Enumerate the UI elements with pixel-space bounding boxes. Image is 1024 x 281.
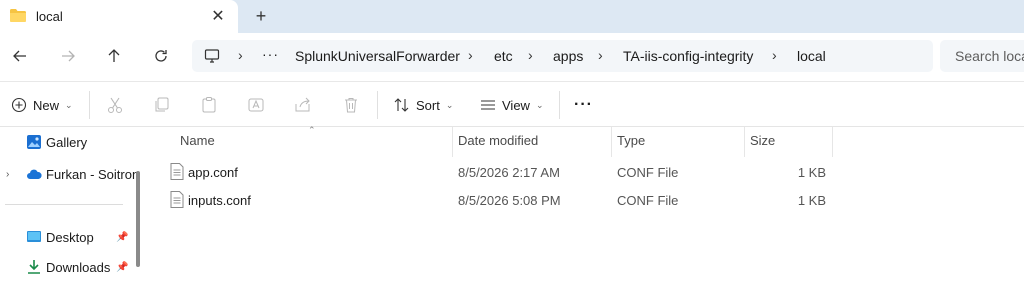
view-label: View — [502, 97, 530, 113]
new-label: New — [33, 97, 60, 113]
tab-local[interactable]: local ✕ — [0, 0, 238, 33]
cut-icon[interactable] — [106, 96, 124, 114]
sidebar-item-label: Desktop — [46, 229, 94, 245]
search-placeholder: Search local — [955, 48, 1024, 64]
new-button[interactable]: New ⌄ — [11, 94, 73, 116]
column-header-size[interactable]: Size — [750, 133, 775, 148]
arrow-right-icon — [62, 50, 75, 62]
paste-icon[interactable] — [200, 96, 218, 114]
file-type: CONF File — [617, 165, 679, 180]
divider — [5, 204, 123, 205]
breadcrumb-item[interactable]: SplunkUniversalForwarder — [295, 48, 460, 64]
table-row[interactable]: inputs.conf 8/5/2026 5:08 PM CONF File 1… — [166, 188, 834, 214]
sidebar-item-desktop[interactable]: Desktop 📌 — [0, 223, 135, 251]
command-bar: New ⌄ Sort ⌄ View ⌄ ··· — [0, 81, 1024, 127]
sidebar-item-downloads[interactable]: Downloads 📌 — [0, 253, 135, 281]
chevron-right-icon: › — [528, 47, 533, 63]
gallery-icon — [27, 135, 41, 149]
forward-button[interactable] — [55, 43, 81, 69]
file-size: 1 KB — [797, 193, 826, 208]
column-divider[interactable] — [611, 127, 612, 157]
file-date: 8/5/2026 5:08 PM — [458, 193, 561, 208]
sort-label: Sort — [416, 97, 440, 113]
delete-icon[interactable] — [342, 96, 360, 114]
pin-icon: 📌 — [116, 231, 129, 243]
view-button[interactable]: View ⌄ — [480, 94, 544, 116]
search-input[interactable]: Search local — [940, 40, 1024, 72]
file-name: app.conf — [188, 165, 238, 180]
breadcrumb-item[interactable]: apps — [553, 48, 583, 64]
sidebar-item-gallery[interactable]: Gallery — [0, 128, 135, 156]
pin-icon: 📌 — [116, 261, 129, 273]
file-icon — [170, 191, 184, 208]
breadcrumb-item[interactable]: etc — [494, 48, 513, 64]
sort-button[interactable]: Sort ⌄ — [394, 94, 453, 116]
refresh-icon — [155, 50, 167, 62]
close-tab-icon[interactable]: ✕ — [208, 6, 228, 26]
breadcrumb-item[interactable]: local — [797, 48, 826, 64]
refresh-button[interactable] — [148, 43, 174, 69]
sort-icon — [394, 98, 409, 112]
view-icon — [481, 100, 495, 110]
chevron-down-icon: ⌄ — [65, 99, 73, 110]
chevron-right-icon: › — [772, 47, 777, 63]
divider — [377, 91, 378, 119]
sidebar-scrollbar[interactable] — [136, 171, 140, 267]
address-bar[interactable]: › ··· SplunkUniversalForwarder › etc › a… — [192, 40, 933, 72]
plus-circle-icon — [11, 97, 27, 113]
table-row[interactable]: app.conf 8/5/2026 2:17 AM CONF File 1 KB — [166, 160, 834, 186]
chevron-right-icon: › — [468, 47, 473, 63]
rename-icon[interactable] — [247, 96, 265, 114]
folder-icon — [10, 9, 26, 22]
divider — [89, 91, 90, 119]
file-size: 1 KB — [797, 165, 826, 180]
downloads-icon — [28, 260, 40, 274]
divider — [559, 91, 560, 119]
chevron-right-icon: › — [598, 47, 603, 63]
sort-ascending-icon: ⌃ — [308, 125, 316, 135]
share-icon[interactable] — [294, 96, 312, 114]
file-list: ⌃ Name Date modified Type Size app.conf … — [146, 125, 1024, 267]
see-more-button[interactable]: ··· — [574, 94, 593, 116]
up-button[interactable] — [101, 43, 127, 69]
arrow-left-icon — [13, 50, 26, 62]
file-date: 8/5/2026 2:17 AM — [458, 165, 560, 180]
file-name: inputs.conf — [188, 193, 251, 208]
sidebar-item-label: Furkan - Soitron — [46, 166, 140, 182]
new-tab-button[interactable]: + — [250, 5, 272, 27]
arrow-up-icon — [108, 49, 120, 62]
chevron-down-icon: ⌄ — [445, 99, 454, 110]
column-header-name[interactable]: Name — [180, 133, 215, 148]
file-icon — [170, 163, 184, 180]
sidebar-item-onedrive[interactable]: › Furkan - Soitron — [0, 160, 139, 188]
sidebar-item-label: Gallery — [46, 134, 88, 150]
address-row: › ··· SplunkUniversalForwarder › etc › a… — [0, 33, 1024, 81]
column-divider[interactable] — [744, 127, 745, 157]
file-type: CONF File — [617, 193, 679, 208]
chevron-right-icon: › — [238, 47, 243, 63]
breadcrumb-item[interactable]: TA-iis-config-integrity — [623, 48, 753, 64]
breadcrumb-more[interactable]: ··· — [262, 46, 279, 62]
chevron-right-icon[interactable]: › — [6, 169, 9, 180]
back-button[interactable] — [7, 43, 33, 69]
sidebar-item-label: Downloads — [46, 259, 111, 275]
desktop-icon — [27, 231, 41, 242]
tab-title: local — [36, 9, 63, 24]
title-bar: local ✕ + — [0, 0, 1024, 33]
chevron-down-icon: ⌄ — [535, 99, 544, 110]
monitor-icon — [204, 49, 220, 63]
navigation-pane: Gallery › Furkan - Soitron Desktop 📌 Dow… — [0, 127, 140, 275]
column-header-date[interactable]: Date modified — [458, 133, 538, 148]
copy-icon[interactable] — [153, 96, 171, 114]
cloud-icon — [27, 169, 42, 179]
column-header-type[interactable]: Type — [617, 133, 645, 148]
column-divider[interactable] — [452, 127, 453, 157]
column-divider[interactable] — [832, 127, 833, 157]
